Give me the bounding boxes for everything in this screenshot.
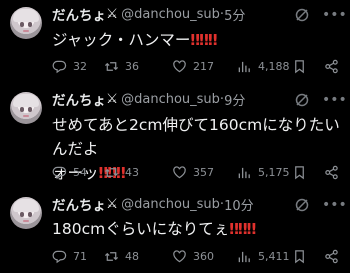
like-count: 360 [193,249,214,263]
heart-icon [173,249,186,262]
display-name[interactable]: だんちょ [52,89,106,109]
avatar[interactable] [10,197,42,229]
retweet-icon [104,167,119,177]
share-icon [325,249,338,263]
heart-icon [173,59,186,72]
reply-icon [52,166,67,179]
name-mark: ⚔ [106,196,119,212]
tweet-header: だんちょ ⚔ @danchou_sub · 10分 [52,194,254,214]
more-icon[interactable]: ••• [322,196,347,214]
avatar[interactable] [10,92,42,124]
reply-count: 54 [73,165,87,179]
action-bar: 54 43 357 5,175 [52,163,344,181]
views-icon [238,251,250,262]
views-icon [238,167,250,178]
user-handle[interactable]: @danchou_sub [121,197,220,212]
views-button[interactable]: 4,188 [237,57,290,75]
grok-icon[interactable] [294,7,310,23]
views-icon [238,61,250,72]
reply-button[interactable]: 32 [52,57,87,75]
action-bar: 71 48 360 5,411 [52,247,344,265]
display-name[interactable]: だんちょ [52,194,106,214]
bookmark-icon [295,59,304,73]
timestamp[interactable]: 5分 [224,5,245,24]
reply-count: 71 [73,249,87,263]
views-button[interactable]: 5,411 [237,247,290,265]
share-icon [325,165,338,179]
bookmark-button[interactable] [292,247,313,265]
more-icon[interactable]: ••• [322,91,347,109]
retweet-icon [104,251,119,261]
reply-button[interactable]: 71 [52,247,87,265]
share-button[interactable] [324,163,345,181]
reply-button[interactable]: 54 [52,163,87,181]
name-mark: ⚔ [106,91,119,107]
retweet-count: 43 [125,165,139,179]
retweet-button[interactable]: 43 [104,163,139,181]
tweet-text: ジャック・ハンマー‼‼‼ [52,31,218,49]
like-button[interactable]: 217 [172,57,214,75]
bookmark-button[interactable] [292,163,313,181]
reply-count: 32 [73,59,87,73]
grok-icon[interactable] [294,197,310,213]
user-handle[interactable]: @danchou_sub [121,7,220,22]
like-count: 357 [193,165,214,179]
retweet-icon [104,61,119,71]
retweet-count: 48 [125,249,139,263]
like-button[interactable]: 360 [172,247,214,265]
bookmark-icon [295,249,304,263]
name-mark: ⚔ [106,6,119,22]
views-button[interactable]: 5,175 [237,163,290,181]
avatar[interactable] [10,7,42,39]
like-count: 217 [193,59,214,73]
tweet-text: 180cmぐらいになりてぇ‼‼‼ [52,220,256,238]
tweet-header: だんちょ ⚔ @danchou_sub · 9分 [52,89,245,109]
view-count: 5,175 [258,165,290,179]
timestamp[interactable]: 10分 [224,195,254,214]
action-bar: 32 36 217 4,188 [52,57,344,75]
tweet[interactable]: だんちょ ⚔ @danchou_sub · 5分 ••• ジャック・ハンマー‼‼… [0,0,350,85]
retweet-button[interactable]: 36 [104,57,139,75]
share-button[interactable] [324,57,345,75]
view-count: 5,411 [258,249,290,263]
tweet[interactable]: だんちょ ⚔ @danchou_sub · 10分 ••• 180cmぐらいにな… [0,190,350,273]
bookmark-button[interactable] [292,57,313,75]
grok-icon[interactable] [294,92,310,108]
timestamp[interactable]: 9分 [224,90,245,109]
like-button[interactable]: 357 [172,163,214,181]
heart-icon [173,165,186,178]
retweet-count: 36 [125,59,139,73]
reply-icon [52,60,67,73]
display-name[interactable]: だんちょ [52,4,106,24]
user-handle[interactable]: @danchou_sub [121,92,220,107]
tweet-header: だんちょ ⚔ @danchou_sub · 5分 [52,4,245,24]
retweet-button[interactable]: 48 [104,247,139,265]
tweet[interactable]: だんちょ ⚔ @danchou_sub · 9分 ••• せめてあと2cm伸びて… [0,85,350,190]
more-icon[interactable]: ••• [322,6,347,24]
share-icon [325,59,338,73]
view-count: 4,188 [258,59,290,73]
share-button[interactable] [324,247,345,265]
reply-icon [52,250,67,263]
bookmark-icon [295,165,304,179]
